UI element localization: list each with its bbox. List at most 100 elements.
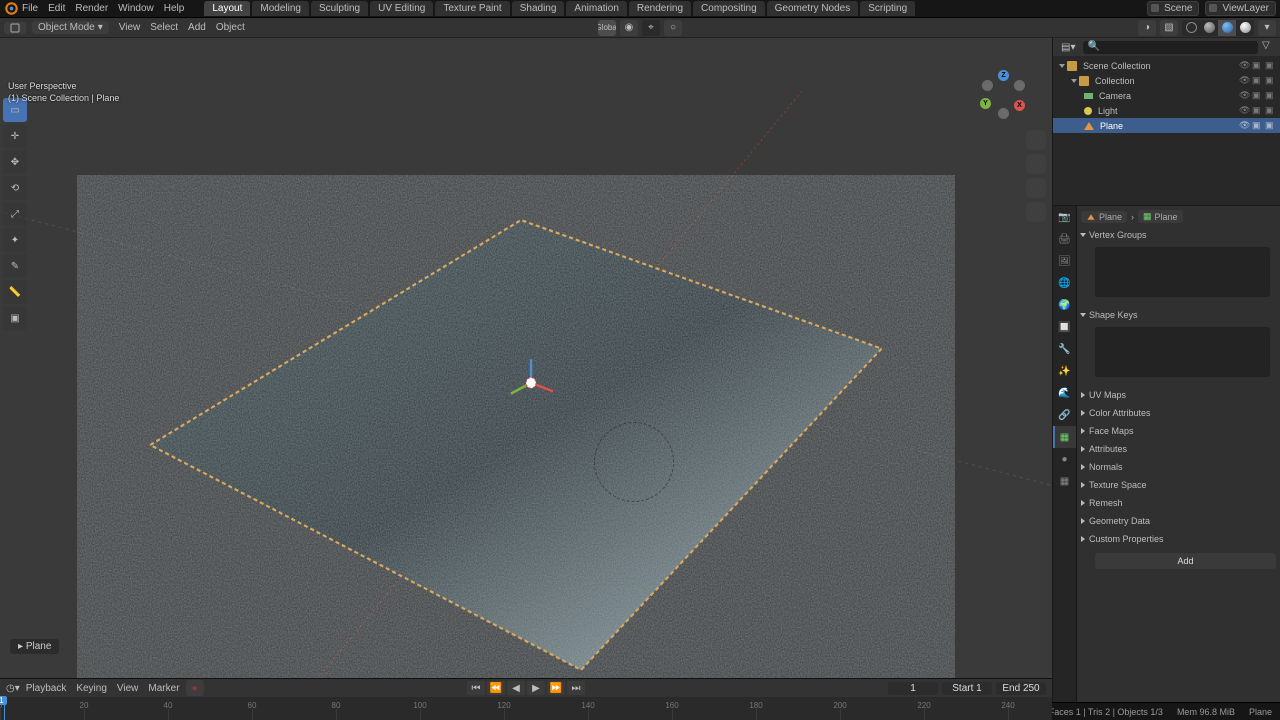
hide-icon[interactable]: 👁: [1239, 105, 1250, 116]
hide-icon[interactable]: 👁: [1239, 75, 1250, 86]
viewport-menu-view[interactable]: View: [119, 22, 141, 33]
render-disable-icon[interactable]: ▣: [1265, 120, 1276, 131]
viewport-disable-icon[interactable]: ▣: [1252, 60, 1263, 71]
listbox-vertex_groups[interactable]: [1095, 247, 1270, 297]
viewport-menu-select[interactable]: Select: [150, 22, 178, 33]
outliner-search[interactable]: 🔍: [1083, 41, 1258, 54]
tool-rotate[interactable]: ⟲: [3, 176, 27, 200]
viewport-menu-object[interactable]: Object: [216, 22, 245, 33]
prop-tab-material[interactable]: ●: [1053, 448, 1076, 470]
crumb-data[interactable]: ▦Plane: [1138, 210, 1183, 223]
workspace-tab-geometry-nodes[interactable]: Geometry Nodes: [767, 1, 859, 16]
viewport-disable-icon[interactable]: ▣: [1252, 105, 1263, 116]
prop-tab-output[interactable]: 🖨: [1053, 228, 1076, 250]
filter-icon[interactable]: ▽: [1262, 40, 1276, 54]
timeline-menu-marker[interactable]: Marker: [148, 683, 179, 694]
menu-help[interactable]: Help: [164, 3, 185, 14]
menu-edit[interactable]: Edit: [48, 3, 65, 14]
prop-tab-texture[interactable]: ▦: [1053, 470, 1076, 492]
axis-neg-y-icon[interactable]: [1014, 80, 1025, 91]
viewlayer-selector[interactable]: ViewLayer: [1205, 1, 1276, 16]
panel-header-shape_keys[interactable]: Shape Keys: [1081, 307, 1276, 323]
transform-orientation[interactable]: Global: [598, 20, 616, 36]
crumb-object[interactable]: Plane: [1081, 211, 1127, 223]
prop-tab-viewlayer[interactable]: 🖼: [1053, 250, 1076, 272]
play-reverse[interactable]: ◀: [507, 681, 525, 695]
proportional-edit[interactable]: ○: [664, 20, 682, 36]
workspace-tab-modeling[interactable]: Modeling: [252, 1, 309, 16]
shading-material-preview[interactable]: [1218, 20, 1236, 36]
viewport-disable-icon[interactable]: ▣: [1252, 75, 1263, 86]
plane-object[interactable]: [150, 220, 881, 670]
workspace-tab-uv-editing[interactable]: UV Editing: [370, 1, 433, 16]
perspective-toggle-icon[interactable]: [1026, 202, 1046, 222]
viewport-disable-icon[interactable]: ▣: [1252, 120, 1263, 131]
panel-header-custom_props[interactable]: Custom Properties: [1081, 531, 1276, 547]
tool-annotate[interactable]: ✎: [3, 254, 27, 278]
tool-cursor[interactable]: ✛: [3, 124, 27, 148]
timeline-menu-playback[interactable]: Playback: [26, 683, 67, 694]
tool-measure[interactable]: 📏: [3, 280, 27, 304]
workspace-tab-compositing[interactable]: Compositing: [693, 1, 765, 16]
scene-selector[interactable]: Scene: [1147, 1, 1199, 16]
viewport-menu-add[interactable]: Add: [188, 22, 206, 33]
outliner-item-collection[interactable]: Collection👁▣▣: [1053, 73, 1280, 88]
toggle-xray[interactable]: ▧: [1160, 20, 1178, 36]
start-frame-field[interactable]: Start 1: [942, 682, 992, 695]
axis-neg-z-icon[interactable]: [998, 108, 1009, 119]
timeline-editor-type[interactable]: ◷▾: [6, 683, 20, 694]
keyframe-next[interactable]: ⏩: [547, 681, 565, 695]
jump-to-start[interactable]: ⏮: [467, 681, 485, 695]
jump-to-end[interactable]: ⏭: [567, 681, 585, 695]
outliner-display-mode[interactable]: ▤▾: [1057, 41, 1079, 54]
last-operator-panel[interactable]: ▸ Plane: [10, 639, 59, 654]
timeline-track[interactable]: 020406080100120140160180200220240: [0, 697, 1052, 720]
render-disable-icon[interactable]: ▣: [1265, 105, 1276, 116]
prop-tab-physics[interactable]: 🌊: [1053, 382, 1076, 404]
axis-x-icon[interactable]: X: [1014, 100, 1025, 111]
outliner-item-scene-collection[interactable]: Scene Collection👁▣▣: [1053, 58, 1280, 73]
shading-rendered[interactable]: [1236, 20, 1254, 36]
panel-header-face_maps[interactable]: Face Maps: [1081, 423, 1276, 439]
prop-tab-object[interactable]: 🔲: [1053, 316, 1076, 338]
pan-icon[interactable]: [1026, 154, 1046, 174]
axis-neg-x-icon[interactable]: [982, 80, 993, 91]
menu-window[interactable]: Window: [118, 3, 154, 14]
panel-header-normals[interactable]: Normals: [1081, 459, 1276, 475]
workspace-tab-animation[interactable]: Animation: [566, 1, 626, 16]
tool-add-primitive[interactable]: ▣: [3, 306, 27, 330]
outliner-item-plane[interactable]: Plane👁▣▣: [1053, 118, 1280, 133]
snap-toggle[interactable]: ⌖: [642, 20, 660, 36]
prop-tab-constraints[interactable]: 🔗: [1053, 404, 1076, 426]
menu-file[interactable]: File: [22, 3, 38, 14]
hide-icon[interactable]: 👁: [1239, 90, 1250, 101]
viewport-disable-icon[interactable]: ▣: [1252, 90, 1263, 101]
workspace-tab-rendering[interactable]: Rendering: [629, 1, 691, 16]
prop-tab-render[interactable]: 📷: [1053, 206, 1076, 228]
show-overlays[interactable]: ◑: [1138, 20, 1156, 36]
zoom-icon[interactable]: [1026, 130, 1046, 150]
workspace-tab-scripting[interactable]: Scripting: [860, 1, 915, 16]
prop-tab-scene[interactable]: 🌐: [1053, 272, 1076, 294]
shading-wireframe[interactable]: [1182, 20, 1200, 36]
tool-transform[interactable]: ✦: [3, 228, 27, 252]
outliner-tree[interactable]: Scene Collection👁▣▣Collection👁▣▣Camera👁▣…: [1053, 56, 1280, 205]
tool-scale[interactable]: ⤢: [3, 202, 27, 226]
panel-header-tex_space[interactable]: Texture Space: [1081, 477, 1276, 493]
navigation-gizmo[interactable]: X Y Z: [976, 68, 1030, 122]
workspace-tab-texture-paint[interactable]: Texture Paint: [435, 1, 509, 16]
interaction-mode[interactable]: Object Mode ▾: [32, 21, 109, 34]
prop-tab-modifier[interactable]: 🔧: [1053, 338, 1076, 360]
editor-type-selector[interactable]: [4, 22, 26, 34]
pivot-point[interactable]: ◉: [620, 20, 638, 36]
render-disable-icon[interactable]: ▣: [1265, 60, 1276, 71]
panel-header-geometry_data[interactable]: Geometry Data: [1081, 513, 1276, 529]
add-button[interactable]: Add: [1095, 553, 1276, 569]
prop-tab-world[interactable]: 🌍: [1053, 294, 1076, 316]
panel-header-vertex_groups[interactable]: Vertex Groups: [1081, 227, 1276, 243]
shading-mode-switcher[interactable]: [1182, 20, 1254, 36]
shading-solid[interactable]: [1200, 20, 1218, 36]
shading-options[interactable]: ▾: [1258, 20, 1276, 36]
panel-header-uv_maps[interactable]: UV Maps: [1081, 387, 1276, 403]
auto-key-toggle[interactable]: ●: [186, 680, 204, 696]
